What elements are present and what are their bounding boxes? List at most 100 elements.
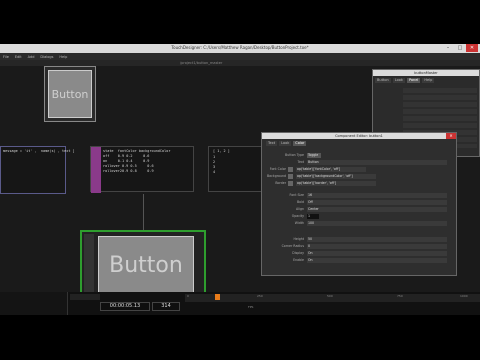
big-button-preview-text: Button bbox=[109, 252, 183, 278]
network-editor[interactable]: Button message = 'it' , name(s) , text ]… bbox=[0, 66, 480, 294]
param-row: Width 100 bbox=[262, 221, 456, 227]
table-node[interactable]: state fontColor backgroundColor off 0.9 … bbox=[90, 146, 194, 193]
toggle-icon[interactable] bbox=[288, 174, 293, 179]
node-side-toolbar bbox=[84, 234, 94, 292]
param-field[interactable]: op('table')['backgroundColor', 'off'] bbox=[296, 174, 376, 179]
param-row: Text Button bbox=[262, 160, 456, 166]
list-line: 2 bbox=[213, 160, 216, 164]
toggle-icon[interactable] bbox=[288, 181, 293, 186]
param-field[interactable]: On bbox=[307, 251, 447, 256]
param-field[interactable]: 50 bbox=[307, 237, 447, 242]
tab-help[interactable]: Help bbox=[422, 78, 435, 83]
window-controls: – □ ✕ bbox=[442, 44, 478, 52]
ruler-tick: 750 bbox=[397, 294, 403, 298]
param-row: Height 50 bbox=[262, 237, 456, 243]
param-row: Display On bbox=[262, 251, 456, 257]
ruler-tick: 0 bbox=[187, 294, 189, 298]
timeline-bar: 00:00:05.13 314 0 250 500 750 1000 FPS bbox=[0, 292, 480, 315]
list-line: 4 bbox=[213, 170, 216, 174]
param-field[interactable]: On bbox=[307, 258, 447, 263]
tab-button[interactable]: Button bbox=[375, 78, 391, 83]
table-row: off 0.9 0.2 0.6 bbox=[103, 154, 150, 158]
ruler-tick: 500 bbox=[327, 294, 333, 298]
param-label: Font Size bbox=[289, 193, 305, 197]
minimize-icon[interactable]: – bbox=[442, 44, 454, 52]
frame-display[interactable]: 314 bbox=[152, 302, 180, 311]
network-path: /project1/button_master bbox=[180, 61, 223, 65]
param-label: Width bbox=[294, 221, 304, 225]
playhead[interactable] bbox=[215, 294, 220, 300]
text-node-left[interactable]: message = 'it' , name(s) , text ] bbox=[0, 146, 75, 194]
param-field[interactable]: Toggle bbox=[307, 153, 321, 158]
menu-item-file[interactable]: File bbox=[3, 55, 9, 59]
tab-look[interactable]: Look bbox=[392, 78, 405, 83]
list-line: 1 bbox=[213, 155, 216, 159]
list-line: 3 bbox=[213, 165, 216, 169]
toggle-icon[interactable] bbox=[288, 167, 293, 172]
param-row: Bold Off bbox=[262, 200, 456, 206]
param-field[interactable]: 100 bbox=[307, 221, 447, 226]
window-titlebar: TouchDesigner: C:/Users/Matthew Ragan/De… bbox=[0, 44, 480, 53]
maximize-icon[interactable]: □ bbox=[454, 44, 466, 52]
timeline-ruler[interactable]: 0 250 500 750 1000 bbox=[185, 294, 480, 302]
table-row: state fontColor backgroundColor bbox=[103, 149, 171, 153]
param-field[interactable]: 1 bbox=[307, 214, 319, 219]
timecode-text: 00:00:05.13 bbox=[109, 303, 141, 309]
tab-look[interactable]: Look bbox=[279, 141, 292, 146]
transport-controls[interactable] bbox=[70, 294, 100, 300]
table-row: on 0.1 0.4 0.9 bbox=[103, 159, 150, 163]
window-title: TouchDesigner: C:/Users/Matthew Ragan/De… bbox=[171, 45, 309, 50]
dialog-tabs: Text Look Color bbox=[266, 141, 307, 146]
table-row: rollover20.9 0.8 0.9 bbox=[103, 169, 154, 173]
param-row: Background op('table')['backgroundColor'… bbox=[262, 174, 456, 180]
param-label: Display bbox=[292, 251, 304, 255]
param-label: Text bbox=[297, 160, 304, 164]
param-field[interactable]: 16 bbox=[307, 193, 447, 198]
list-line: [ 1, 2 ] bbox=[213, 149, 230, 153]
param-row: Font Color op('table')['fontColor', 'off… bbox=[262, 167, 456, 173]
button-preview: Button bbox=[48, 70, 92, 118]
menu-item-edit[interactable]: Edit bbox=[15, 55, 22, 59]
param-label: Height bbox=[293, 237, 304, 241]
ruler-tick: 1000 bbox=[460, 294, 468, 298]
param-row: Corner Radius 0 bbox=[262, 244, 456, 250]
param-row: Button Type Toggle bbox=[262, 153, 456, 159]
button-node-selected[interactable]: Button bbox=[80, 230, 206, 294]
tab-panel[interactable]: Panel bbox=[406, 78, 421, 83]
close-icon[interactable]: ✕ bbox=[466, 44, 478, 52]
list-node[interactable]: [ 1, 2 ] 1 2 3 4 bbox=[208, 146, 262, 192]
menu-item-add[interactable]: Add bbox=[28, 55, 35, 59]
frame-text: 314 bbox=[161, 303, 171, 309]
param-row: Enable On bbox=[262, 258, 456, 264]
timecode-display[interactable]: 00:00:05.13 bbox=[100, 302, 150, 311]
param-field[interactable]: Button bbox=[307, 160, 447, 165]
param-label: Opacity bbox=[291, 214, 304, 218]
fps-label: FPS bbox=[248, 305, 254, 309]
table-node-tag bbox=[91, 147, 101, 193]
menu-item-help[interactable]: Help bbox=[59, 55, 67, 59]
close-icon[interactable]: ✕ bbox=[446, 133, 456, 139]
param-field[interactable]: Center bbox=[307, 207, 447, 212]
param-field[interactable]: op('table')['fontColor', 'off'] bbox=[296, 167, 366, 172]
param-label: Corner Radius bbox=[281, 244, 304, 248]
param-field[interactable]: Off bbox=[307, 200, 447, 205]
param-row: Font Size 16 bbox=[262, 193, 456, 199]
param-field[interactable]: op('table')['border', 'off'] bbox=[296, 181, 376, 186]
menu-item-dialogs[interactable]: Dialogs bbox=[40, 55, 53, 59]
touchdesigner-window: TouchDesigner: C:/Users/Matthew Ragan/De… bbox=[0, 44, 480, 315]
dialog-back-title: buttonMaster bbox=[373, 70, 479, 76]
button-node-top[interactable]: Button bbox=[44, 66, 96, 122]
param-row: Opacity 1 bbox=[262, 214, 456, 220]
component-editor-dialog[interactable]: Component Editor: button1 ✕ Text Look Co… bbox=[261, 132, 457, 276]
tab-text[interactable]: Text bbox=[266, 141, 278, 146]
dialog-title: Component Editor: button1 bbox=[262, 133, 456, 139]
big-button-preview: Button bbox=[98, 236, 194, 294]
dialog-back-tabs: Button Look Panel Help bbox=[375, 78, 435, 83]
param-label: Align bbox=[296, 207, 304, 211]
param-row: Align Center bbox=[262, 207, 456, 213]
menu-bar: File Edit Add Dialogs Help bbox=[0, 53, 480, 60]
param-field[interactable]: 0 bbox=[307, 244, 447, 249]
node-wire bbox=[143, 194, 144, 230]
tab-color[interactable]: Color bbox=[293, 141, 307, 146]
param-row: Border op('table')['border', 'off'] bbox=[262, 181, 456, 187]
